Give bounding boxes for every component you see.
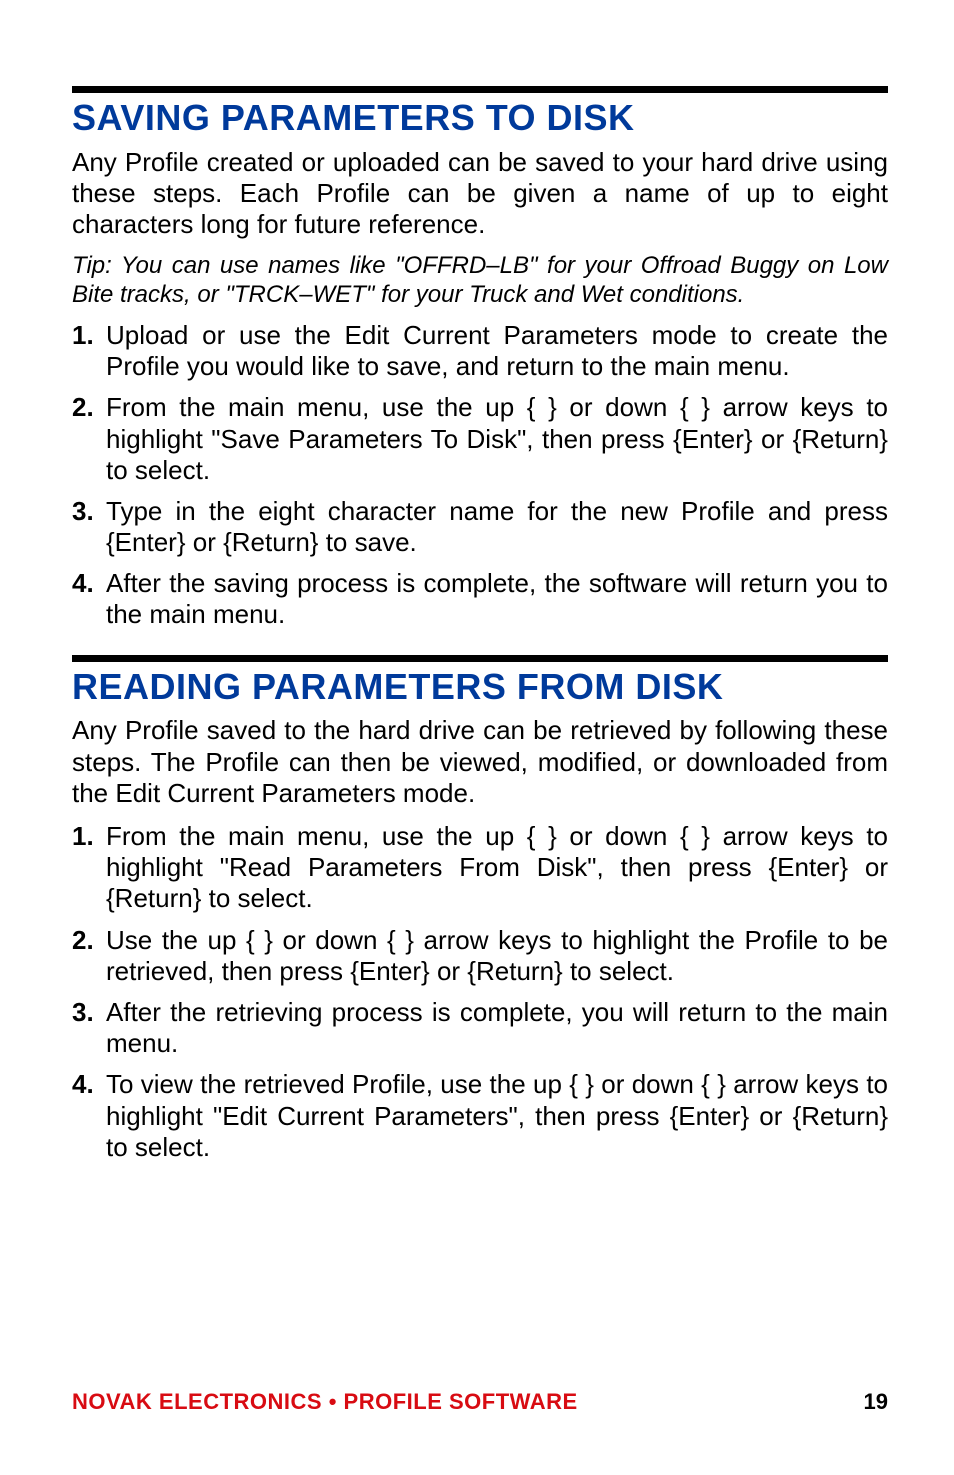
step-number: 4. (72, 1069, 102, 1100)
step-text: To view the retrieved Profile, use the u… (106, 1069, 888, 1161)
step-item: 1.From the main menu, use the up { } or … (72, 821, 888, 915)
section-rule (72, 86, 888, 93)
step-number: 4. (72, 568, 102, 599)
section-rule (72, 655, 888, 662)
step-number: 2. (72, 392, 102, 423)
step-item: 1.Upload or use the Edit Current Paramet… (72, 320, 888, 382)
section-heading-reading: READING PARAMETERS FROM DISK (72, 668, 888, 706)
step-item: 2.Use the up { } or down { } arrow keys … (72, 925, 888, 987)
step-number: 2. (72, 925, 102, 956)
step-item: 3.After the retrieving process is comple… (72, 997, 888, 1059)
step-number: 1. (72, 320, 102, 351)
step-number: 3. (72, 997, 102, 1028)
step-text: Use the up { } or down { } arrow keys to… (106, 925, 888, 986)
step-number: 1. (72, 821, 102, 852)
step-text: Upload or use the Edit Current Parameter… (106, 320, 888, 381)
step-text: After the retrieving process is complete… (106, 997, 888, 1058)
step-number: 3. (72, 496, 102, 527)
steps-reading: 1.From the main menu, use the up { } or … (72, 821, 888, 1163)
page: SAVING PARAMETERS TO DISK Any Profile cr… (0, 0, 954, 1475)
footer-title: NOVAK ELECTRONICS • PROFILE SOFTWARE (72, 1389, 578, 1415)
step-item: 4.To view the retrieved Profile, use the… (72, 1069, 888, 1163)
footer-page-number: 19 (864, 1389, 888, 1415)
step-text: From the main menu, use the up { } or do… (106, 392, 888, 484)
section-intro-saving: Any Profile created or uploaded can be s… (72, 147, 888, 241)
section-heading-saving: SAVING PARAMETERS TO DISK (72, 99, 888, 137)
page-footer: NOVAK ELECTRONICS • PROFILE SOFTWARE 19 (72, 1389, 888, 1415)
step-item: 4.After the saving process is complete, … (72, 568, 888, 630)
section-tip-saving: Tip: You can use names like "OFFRD–LB" f… (72, 252, 888, 310)
section-reading: READING PARAMETERS FROM DISK Any Profile… (72, 655, 888, 1163)
step-item: 3.Type in the eight character name for t… (72, 496, 888, 558)
section-intro-reading: Any Profile saved to the hard drive can … (72, 715, 888, 809)
step-text: From the main menu, use the up { } or do… (106, 821, 888, 913)
step-text: Type in the eight character name for the… (106, 496, 888, 557)
section-saving: SAVING PARAMETERS TO DISK Any Profile cr… (72, 86, 888, 631)
steps-saving: 1.Upload or use the Edit Current Paramet… (72, 320, 888, 631)
step-text: After the saving process is complete, th… (106, 568, 888, 629)
step-item: 2.From the main menu, use the up { } or … (72, 392, 888, 486)
